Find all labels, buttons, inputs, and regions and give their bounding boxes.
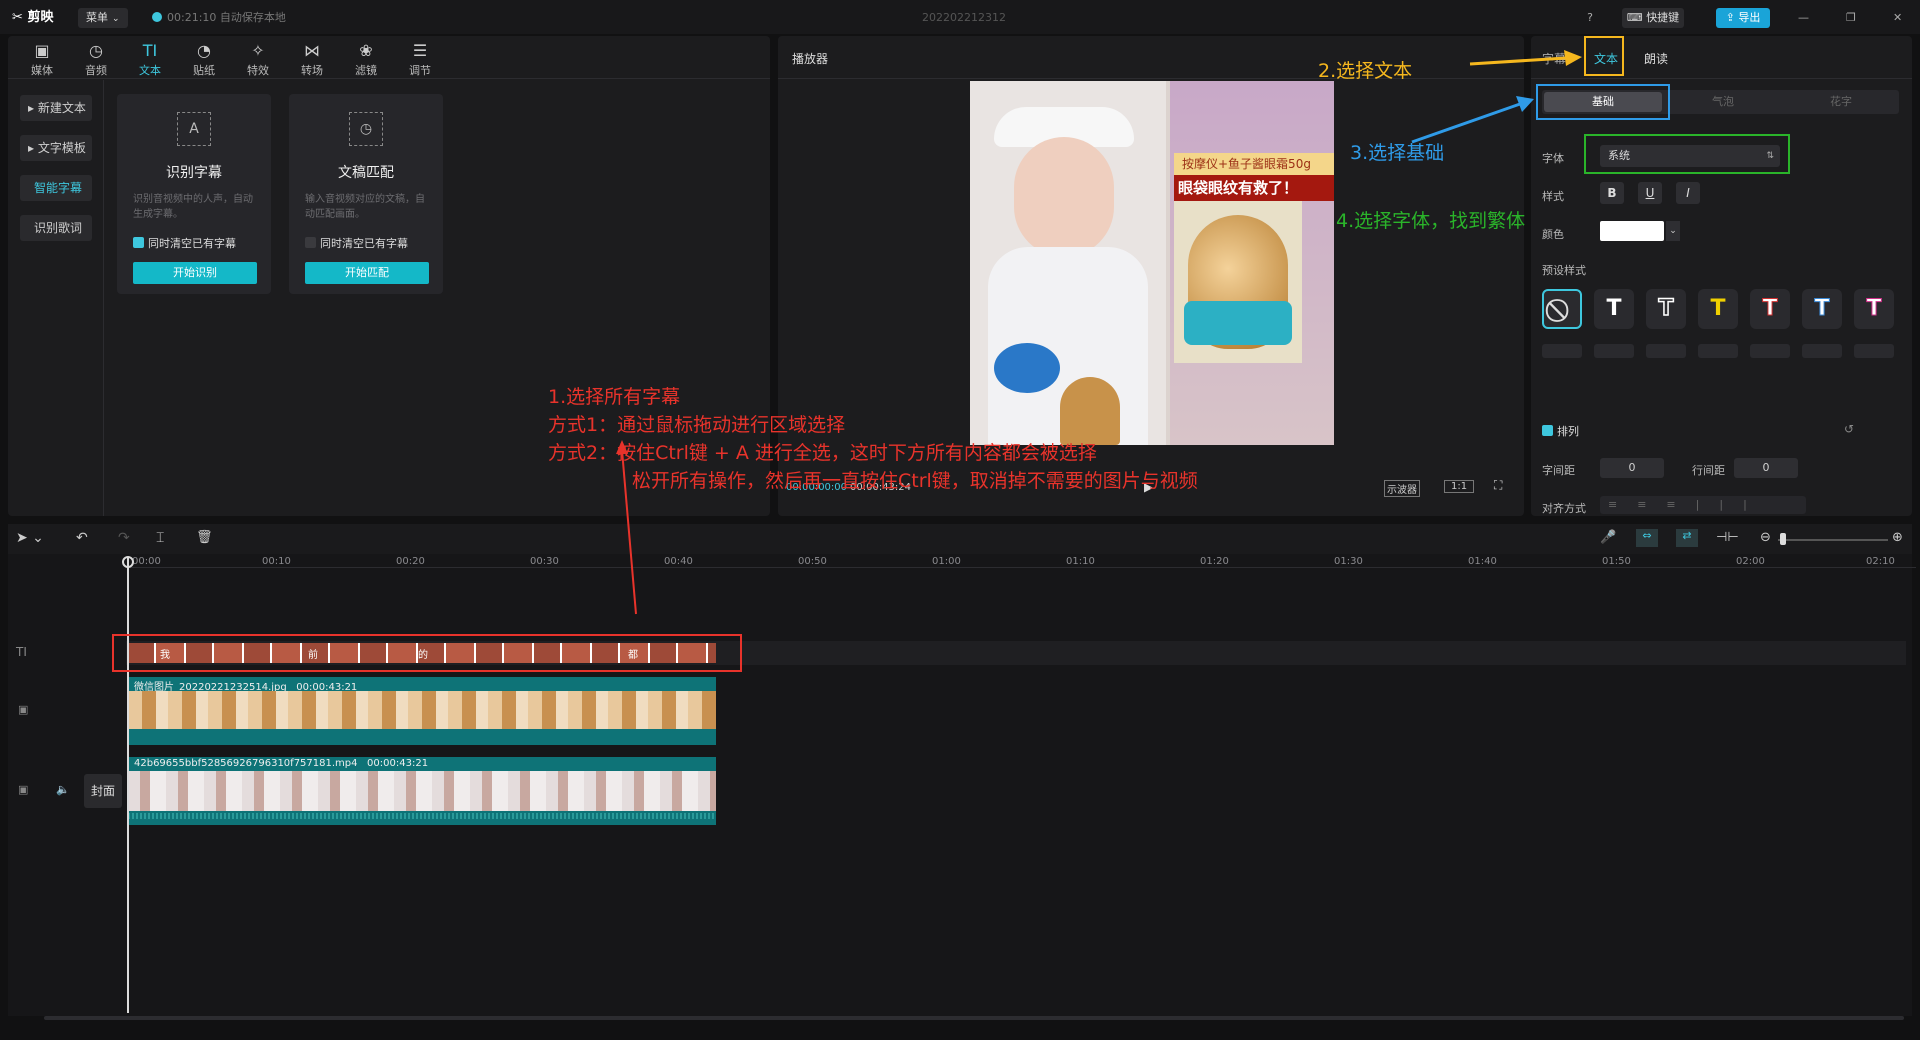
annotation-method2b: 松开所有操作，然后再一直按住Ctrl键，取消掉不需要的图片与视频: [632, 470, 1198, 492]
annotation-method1: 方式1：通过鼠标拖动进行区域选择: [548, 414, 846, 436]
arrowhead-icon: [1564, 50, 1582, 66]
annotation-step3: 3.选择基础: [1350, 142, 1445, 164]
annotation-method2: 方式2：按住Ctrl键 + A 进行全选，这时下方所有内容都会被选择: [548, 442, 1097, 464]
annotation-arrows: [616, 50, 1582, 615]
annotation-blue-arrow: [1411, 102, 1521, 144]
capcut-window: ✂ 剪映 菜单 ⌄ 00:21:10 自动保存本地 202202212312 ? …: [0, 0, 1920, 1040]
annotation-orange-arrow: [1469, 56, 1567, 66]
annotation-step2: 2.选择文本: [1318, 60, 1413, 82]
annotation-step4: 4.选择字体，找到繁体: [1336, 210, 1526, 232]
annotation-step1: 1.选择所有字幕: [548, 386, 681, 408]
